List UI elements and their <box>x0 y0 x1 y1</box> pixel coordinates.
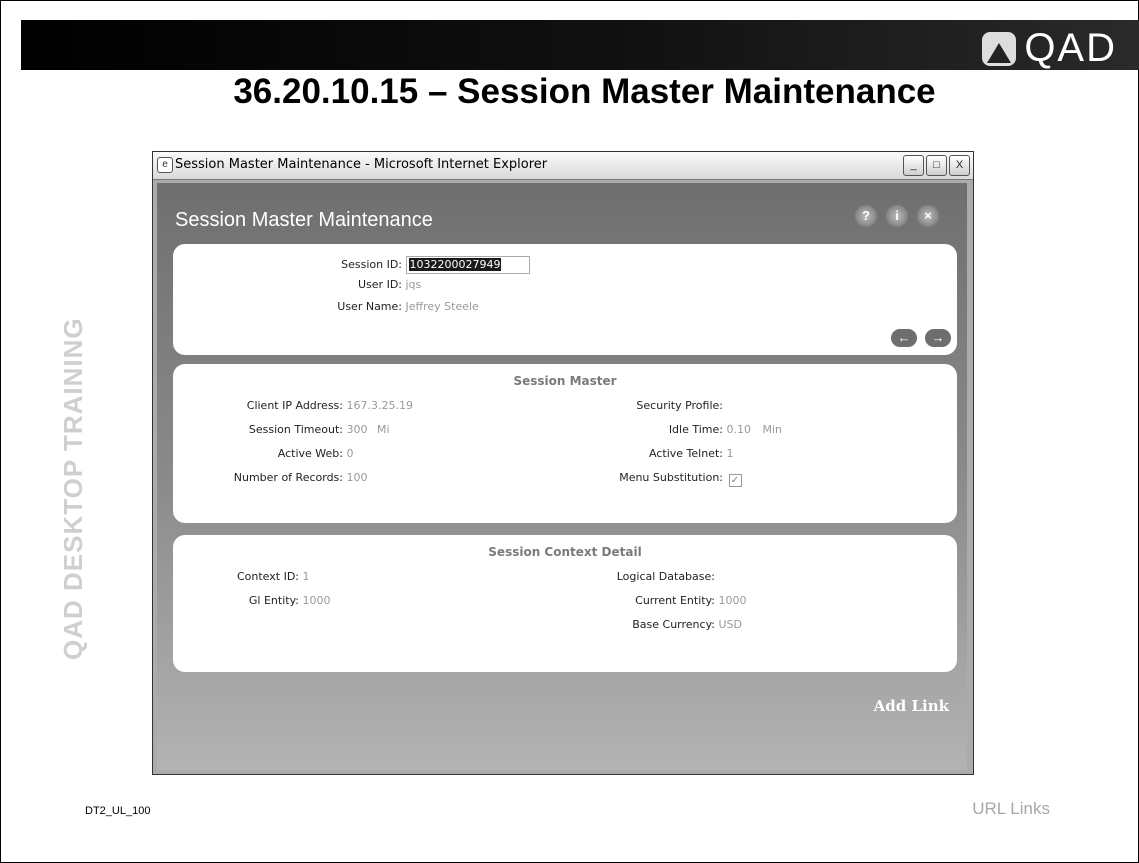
idle-time-label: Idle Time: <box>668 423 723 436</box>
slide-title: 36.20.10.15 – Session Master Maintenance <box>233 72 936 111</box>
active-telnet-value: 1 <box>726 447 734 460</box>
right-arrow-icon[interactable]: → <box>925 329 951 347</box>
browser-window: e Session Master Maintenance - Microsoft… <box>152 151 974 775</box>
user-id-label: User ID: <box>358 278 402 291</box>
slide-code: DT2_UL_100 <box>85 805 151 817</box>
close-icon[interactable]: × <box>917 205 939 227</box>
logical-db-label: Logical Database: <box>616 570 715 583</box>
browser-title: Session Master Maintenance - Microsoft I… <box>175 157 548 172</box>
app-header: Session Master Maintenance ? i × <box>157 183 967 237</box>
top-banner: QAD <box>21 20 1139 70</box>
current-entity-value: 1000 <box>718 594 747 607</box>
qad-logo-text: QAD <box>1024 26 1117 70</box>
user-name-row: User Name: Jeffrey Steele <box>173 300 479 313</box>
session-context-panel: Session Context Detail Context ID: 1 Log… <box>173 535 957 672</box>
window-controls: _ □ X <box>903 155 970 176</box>
close-window-button[interactable]: X <box>949 155 970 176</box>
left-arrow-icon[interactable]: ← <box>891 329 917 347</box>
session-id-field[interactable]: 1032200027949 <box>405 256 531 274</box>
qad-logo: QAD <box>982 26 1117 71</box>
base-currency-row: Base Currency: USD <box>173 618 742 631</box>
add-link-button[interactable]: Add Link <box>874 697 949 715</box>
security-profile-row: Security Profile: <box>173 399 723 412</box>
active-telnet-label: Active Telnet: <box>649 447 723 460</box>
user-id-value: jqs <box>405 278 422 291</box>
current-entity-label: Current Entity: <box>635 594 715 607</box>
idle-time-row: Idle Time: 0.10 Min <box>173 423 782 436</box>
user-name-value: Jeffrey Steele <box>405 300 479 313</box>
app-body: Session Master Maintenance ? i × Session… <box>157 183 967 770</box>
security-profile-label: Security Profile: <box>636 399 723 412</box>
menu-substitution-label: Menu Substitution: <box>619 471 723 484</box>
header-buttons: ? i × <box>855 205 939 227</box>
idle-time-value: 0.10 <box>726 423 752 436</box>
session-id-value: 1032200027949 <box>408 258 502 271</box>
user-name-label: User Name: <box>337 300 402 313</box>
active-telnet-row: Active Telnet: 1 <box>173 447 734 460</box>
idle-time-unit: Min <box>762 423 783 436</box>
user-id-row: User ID: jqs <box>173 278 421 291</box>
info-icon[interactable]: i <box>886 205 908 227</box>
session-id-label: Session ID: <box>341 258 402 271</box>
base-currency-label: Base Currency: <box>632 618 715 631</box>
session-context-heading: Session Context Detail <box>488 545 642 559</box>
browser-titlebar: e Session Master Maintenance - Microsoft… <box>153 152 973 180</box>
base-currency-value: USD <box>718 618 743 631</box>
record-navigation: ← → <box>891 329 951 347</box>
maximize-button[interactable]: □ <box>926 155 947 176</box>
minimize-button[interactable]: _ <box>903 155 924 176</box>
session-id-row: Session ID: 1032200027949 <box>173 256 531 274</box>
session-master-panel: Session Master Client IP Address: 167.3.… <box>173 364 957 523</box>
slide-topic: URL Links <box>972 799 1050 818</box>
qad-logo-mark-icon <box>982 31 1017 66</box>
logical-db-row: Logical Database: <box>173 570 715 583</box>
app-title: Session Master Maintenance <box>175 209 433 231</box>
ie-page-icon: e <box>157 157 173 173</box>
session-key-panel: Session ID: 1032200027949 User ID: jqs U… <box>173 244 957 355</box>
session-master-heading: Session Master <box>513 374 617 388</box>
menu-substitution-checkbox[interactable]: ✓ <box>728 474 742 487</box>
current-entity-row: Current Entity: 1000 <box>173 594 747 607</box>
training-watermark: QAD DESKTOP TRAINING <box>58 317 88 660</box>
menu-substitution-row: Menu Substitution: ✓ <box>173 471 742 487</box>
help-icon[interactable]: ? <box>855 205 877 227</box>
